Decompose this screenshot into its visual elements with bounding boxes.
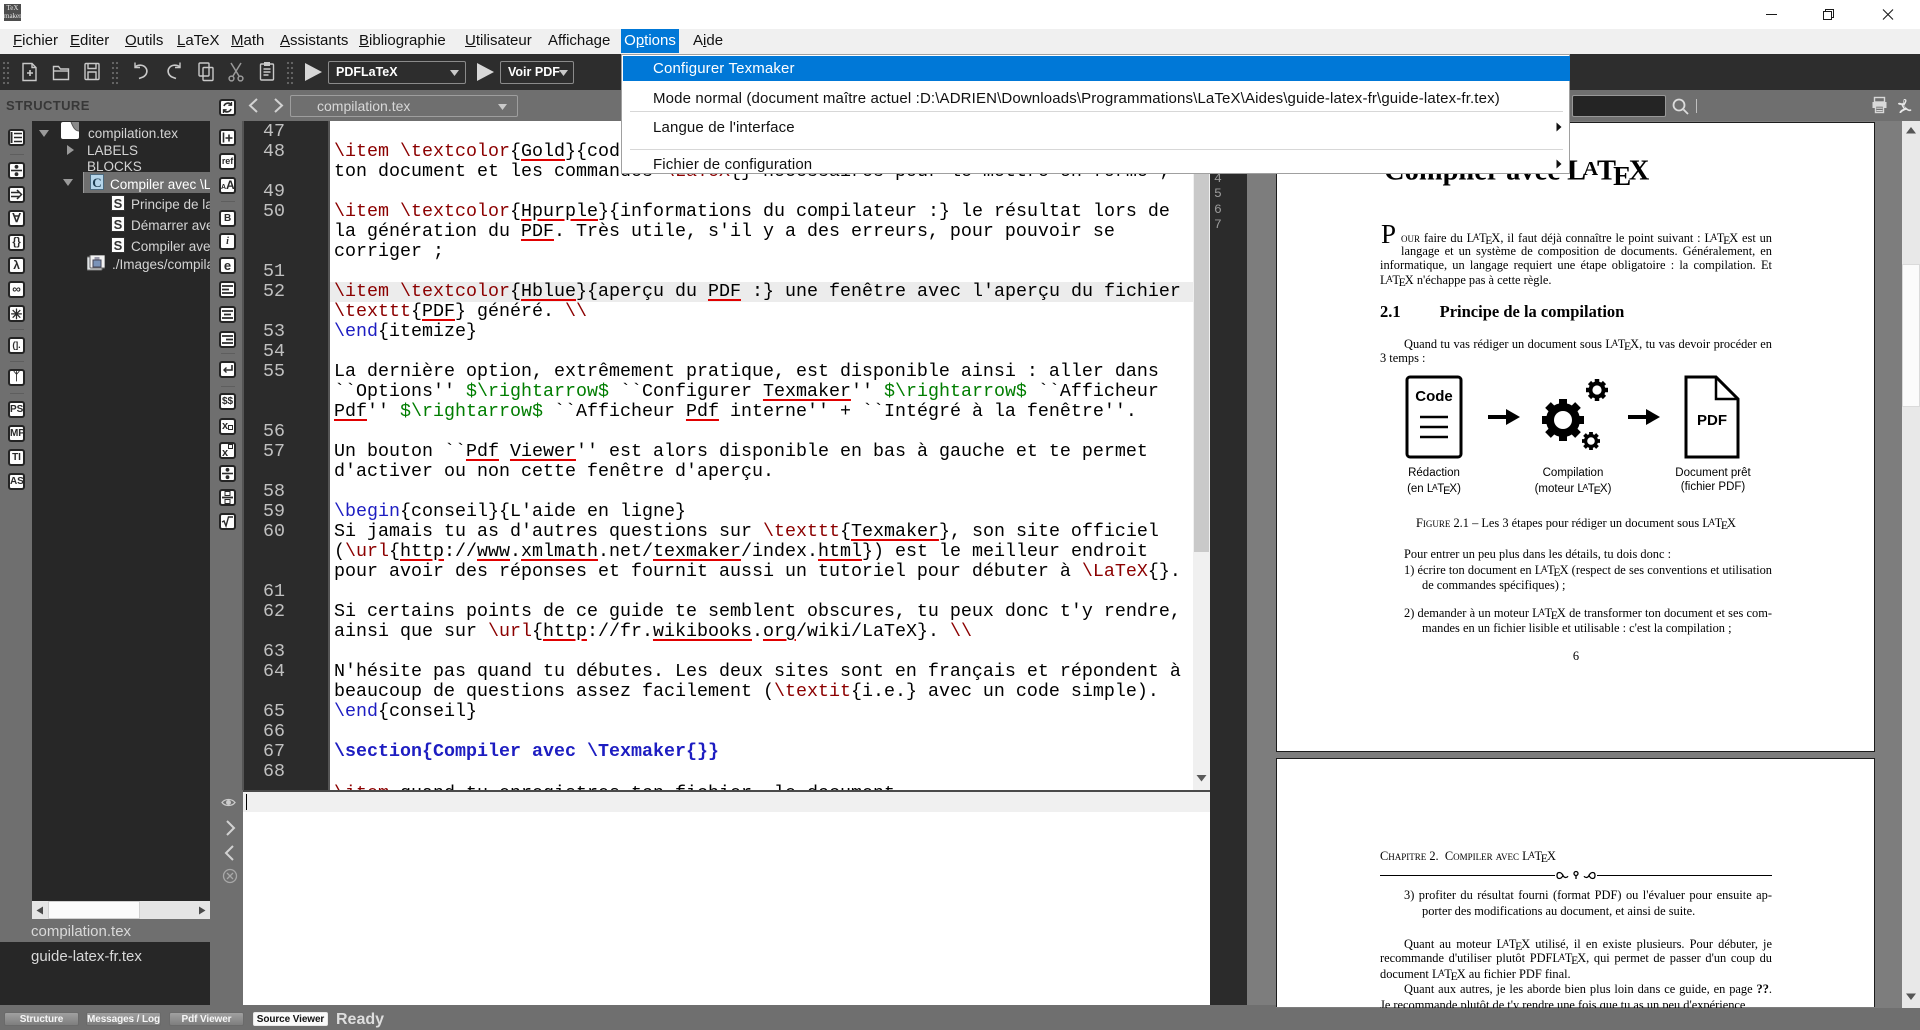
svg-text:Code: Code bbox=[1415, 388, 1453, 405]
svg-text:PDF: PDF bbox=[1697, 412, 1727, 429]
